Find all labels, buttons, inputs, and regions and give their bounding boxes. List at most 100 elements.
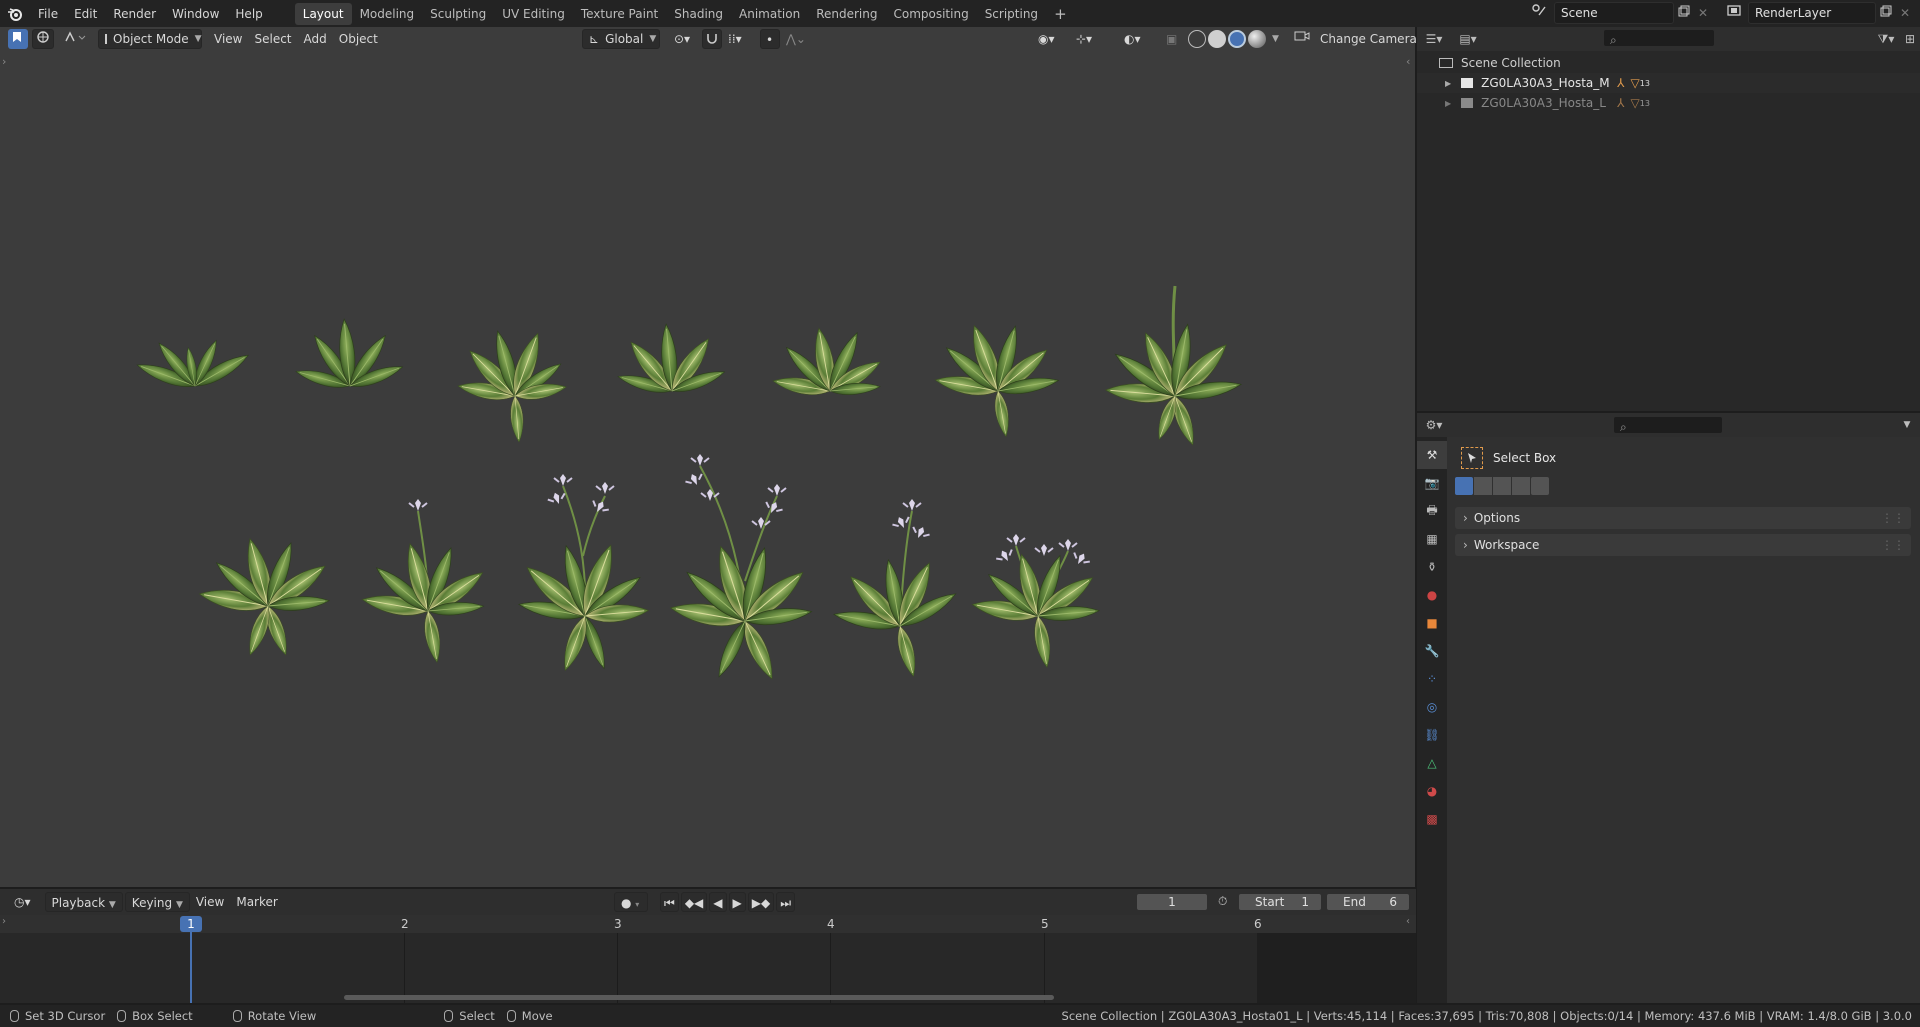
- viewport-menu-object[interactable]: Object: [333, 29, 384, 49]
- rendered-shading-icon[interactable]: [1248, 30, 1266, 48]
- new-view-layer-icon[interactable]: [1876, 2, 1896, 24]
- next-keyframe-icon[interactable]: ▶◆: [747, 892, 775, 912]
- select-box-icon[interactable]: [1461, 447, 1483, 469]
- object-mode-dropdown[interactable]: Object Mode ▼: [98, 29, 202, 49]
- proportional-edit-icon[interactable]: •: [760, 29, 780, 49]
- overlay-icon[interactable]: ◐▾: [1118, 29, 1147, 49]
- tab-scripting[interactable]: Scripting: [977, 3, 1046, 25]
- material-tab-icon[interactable]: ◕: [1417, 777, 1447, 805]
- outliner-editor-type-icon[interactable]: ☰▾: [1417, 28, 1451, 50]
- chevron-right-icon[interactable]: ›: [2, 916, 6, 927]
- tab-sculpting[interactable]: Sculpting: [422, 3, 494, 25]
- play-icon[interactable]: ▶: [728, 892, 746, 912]
- tab-animation[interactable]: Animation: [731, 3, 808, 25]
- select-mode-icon[interactable]: [58, 29, 92, 49]
- menu-window[interactable]: Window: [164, 3, 227, 25]
- world-tab-icon[interactable]: ●: [1417, 581, 1447, 609]
- timeline-menu-view[interactable]: View: [190, 892, 230, 912]
- object-tab-icon[interactable]: ■: [1417, 609, 1447, 637]
- falloff-icon[interactable]: ⋀⌄: [780, 29, 812, 49]
- gizmo-icon[interactable]: ⊹▾: [1070, 29, 1098, 49]
- tab-texture-paint[interactable]: Texture Paint: [573, 3, 666, 25]
- tab-shading[interactable]: Shading: [666, 3, 731, 25]
- scene-tab-icon[interactable]: ⚱: [1417, 553, 1447, 581]
- horizontal-scrollbar[interactable]: [344, 995, 1054, 1000]
- change-camera-button[interactable]: Change Camera: [1314, 29, 1423, 49]
- editor-type-icon[interactable]: [32, 29, 54, 49]
- tab-modeling[interactable]: Modeling: [352, 3, 423, 25]
- scene-selector-icon[interactable]: [1524, 2, 1554, 24]
- scene-name-field[interactable]: Scene: [1554, 2, 1674, 24]
- timeline-area[interactable]: 1 2 3 4 5 6 › ‹: [0, 915, 1416, 1003]
- add-workspace-button[interactable]: +: [1046, 5, 1075, 23]
- tab-compositing[interactable]: Compositing: [885, 3, 976, 25]
- modifier-tab-icon[interactable]: 🔧: [1417, 637, 1447, 665]
- playhead-frame-label[interactable]: 1: [180, 916, 202, 932]
- prev-keyframe-icon[interactable]: ◆◀: [680, 892, 708, 912]
- chevron-down-icon[interactable]: ▼: [1272, 34, 1279, 44]
- viewport-menu-add[interactable]: Add: [298, 29, 333, 49]
- chevron-down-icon[interactable]: ▼: [1897, 414, 1917, 436]
- viewport-menu-view[interactable]: View: [208, 29, 248, 49]
- jump-start-icon[interactable]: ⏮: [660, 892, 679, 912]
- playhead[interactable]: [190, 932, 192, 1003]
- snap-icon[interactable]: [702, 29, 722, 49]
- snap-target-icon[interactable]: ⁞⁞▾: [722, 29, 748, 49]
- viewport-menu-select[interactable]: Select: [248, 29, 297, 49]
- menu-file[interactable]: File: [30, 3, 66, 25]
- new-scene-icon[interactable]: [1674, 2, 1694, 24]
- pivot-point-icon[interactable]: ⊙▾: [668, 29, 696, 49]
- solid-shading-icon[interactable]: [1208, 30, 1226, 48]
- auto-keying-button[interactable]: ● ▾: [614, 892, 648, 912]
- timeline-editor-type-icon[interactable]: ◷▾: [8, 892, 37, 912]
- delete-scene-icon[interactable]: ✕: [1694, 2, 1712, 24]
- view-layer-tab-icon[interactable]: ▦: [1417, 525, 1447, 553]
- drag-handle-icon[interactable]: ⋮⋮: [1881, 511, 1905, 525]
- tab-rendering[interactable]: Rendering: [808, 3, 885, 25]
- jump-end-icon[interactable]: ⏭: [776, 892, 796, 912]
- output-tab-icon[interactable]: 🖶: [1417, 497, 1447, 525]
- tab-layout[interactable]: Layout: [294, 2, 352, 25]
- wireframe-shading-icon[interactable]: [1188, 30, 1206, 48]
- frame-ruler[interactable]: [0, 915, 1416, 933]
- toolbar-toggle-icon[interactable]: [8, 29, 28, 49]
- outliner-item[interactable]: ▶ ZG0LA30A3_Hosta_L ⅄ ▽ 13: [1417, 93, 1920, 113]
- menu-render[interactable]: Render: [105, 3, 164, 25]
- delete-view-layer-icon[interactable]: ✕: [1896, 2, 1914, 24]
- render-tab-icon[interactable]: 📷: [1417, 469, 1447, 497]
- new-collection-icon[interactable]: ⊞: [1901, 28, 1919, 50]
- playback-menu[interactable]: Playback ▼: [44, 892, 123, 912]
- filter-icon[interactable]: ⧩▾: [1871, 28, 1901, 50]
- camera-icon[interactable]: [1288, 29, 1316, 49]
- visibility-icon[interactable]: ◉▾: [1032, 29, 1061, 49]
- mode-intersect-icon[interactable]: [1531, 477, 1549, 495]
- properties-search-input[interactable]: ⌕: [1613, 416, 1723, 434]
- expand-arrow-icon[interactable]: ▶: [1445, 99, 1451, 108]
- physics-tab-icon[interactable]: ◎: [1417, 693, 1447, 721]
- play-reverse-icon[interactable]: ◀: [709, 892, 727, 912]
- material-preview-icon[interactable]: [1228, 30, 1246, 48]
- display-mode-icon[interactable]: ▤▾: [1451, 28, 1485, 50]
- outliner-scene-collection[interactable]: Scene Collection: [1417, 53, 1920, 73]
- outliner-search-input[interactable]: ⌕: [1603, 29, 1715, 47]
- outliner-item[interactable]: ▶ ZG0LA30A3_Hosta_M ⅄ ▽ 13: [1417, 73, 1920, 93]
- xray-icon[interactable]: ▣: [1160, 29, 1183, 49]
- data-tab-icon[interactable]: △: [1417, 749, 1447, 777]
- menu-edit[interactable]: Edit: [66, 3, 105, 25]
- end-frame-field[interactable]: End 6: [1326, 893, 1410, 911]
- 3d-viewport[interactable]: Object Mode ▼ View Select Add Object ⊾ G…: [0, 27, 1417, 887]
- blender-logo-icon[interactable]: [0, 0, 30, 27]
- current-frame-field[interactable]: 1: [1136, 893, 1208, 911]
- use-preview-range-icon[interactable]: ⏱: [1218, 894, 1227, 909]
- transform-orientation-dropdown[interactable]: ⊾ Global ▼: [582, 29, 660, 49]
- expand-arrow-icon[interactable]: ▶: [1445, 79, 1451, 88]
- chevron-left-icon[interactable]: ‹: [1406, 916, 1410, 927]
- tab-uv-editing[interactable]: UV Editing: [494, 3, 573, 25]
- mode-extend-icon[interactable]: [1474, 477, 1492, 495]
- tool-tab-icon[interactable]: ⚒: [1417, 441, 1447, 469]
- timeline-menu-marker[interactable]: Marker: [230, 892, 283, 912]
- constraints-tab-icon[interactable]: ⛓: [1417, 721, 1447, 749]
- mode-new-icon[interactable]: [1455, 477, 1473, 495]
- mode-subtract-icon[interactable]: [1493, 477, 1511, 495]
- options-panel-header[interactable]: › Options ⋮⋮: [1455, 507, 1911, 529]
